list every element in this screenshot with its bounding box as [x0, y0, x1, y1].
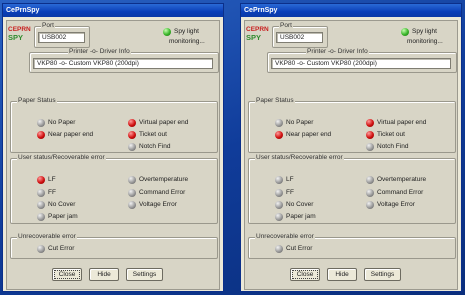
unrecoverable-legend: Unrecoverable error — [17, 233, 77, 241]
status-light-icon — [366, 131, 374, 139]
status-light-icon — [275, 201, 283, 209]
status-notch-find: Notch Find — [377, 143, 409, 150]
paper-status-group: Paper Status — [248, 97, 456, 153]
status-lf: LF — [48, 176, 56, 183]
monitoring-label: monitoring... — [407, 38, 443, 45]
paper-status-group: Paper Status — [10, 97, 218, 153]
status-light-icon — [128, 176, 136, 184]
ceprnspy-window-left: CePrnSpy CEPRN SPY Port USB002 Spy light… — [3, 4, 223, 291]
spy-light-icon — [401, 28, 409, 36]
status-light-icon — [366, 119, 374, 127]
status-overtemperature: Overtemperature — [377, 176, 427, 183]
logo-line2: SPY — [8, 33, 24, 42]
status-light-icon — [366, 189, 374, 197]
status-near-paper-end: Near paper end — [286, 131, 332, 138]
settings-button[interactable]: Settings — [364, 268, 401, 281]
status-light-icon — [37, 119, 45, 127]
spy-light-label: Spy light — [412, 28, 437, 35]
status-light-icon — [275, 131, 283, 139]
status-no-paper: No Paper — [48, 119, 76, 126]
close-button[interactable]: Close — [52, 268, 82, 281]
status-light-icon — [275, 119, 283, 127]
printer-info-group: Printer -o- Driver Info VKP80 -o- Custom… — [29, 48, 219, 73]
logo-line2: SPY — [246, 33, 262, 42]
printer-info-group: Printer -o- Driver Info VKP80 -o- Custom… — [267, 48, 457, 73]
status-light-icon — [366, 143, 374, 151]
status-overtemperature: Overtemperature — [139, 176, 189, 183]
user-status-legend: User status/Recoverable error — [255, 154, 344, 162]
status-no-cover: No Cover — [48, 201, 76, 208]
status-paper-jam: Paper jam — [48, 213, 78, 220]
printer-info-legend: Printer -o- Driver Info — [68, 48, 131, 56]
status-no-cover: No Cover — [286, 201, 314, 208]
status-near-paper-end: Near paper end — [48, 131, 94, 138]
status-light-icon — [37, 201, 45, 209]
spy-light-icon — [163, 28, 171, 36]
printer-info-field: VKP80 -o- Custom VKP80 (200dpi) — [271, 58, 451, 69]
port-legend: Port — [41, 22, 55, 30]
status-ff: FF — [286, 189, 294, 196]
status-light-icon — [275, 245, 283, 253]
status-cut-error: Cut Error — [286, 245, 313, 252]
status-ticket-out: Ticket out — [139, 131, 167, 138]
port-field: USB002 — [276, 32, 323, 43]
status-cut-error: Cut Error — [48, 245, 75, 252]
status-light-icon — [275, 176, 283, 184]
status-light-icon — [37, 189, 45, 197]
status-light-icon — [275, 213, 283, 221]
status-paper-jam: Paper jam — [286, 213, 316, 220]
status-virtual-paper-end: Virtual paper end — [139, 119, 189, 126]
ceprnspy-logo: CEPRN SPY — [246, 26, 269, 44]
port-group: Port USB002 — [272, 22, 328, 48]
status-no-paper: No Paper — [286, 119, 314, 126]
status-light-icon — [366, 201, 374, 209]
ceprnspy-window-right: CePrnSpy CEPRN SPY Port USB002 Spy light… — [241, 4, 461, 291]
status-voltage-error: Voltage Error — [377, 201, 415, 208]
status-ff: FF — [48, 189, 56, 196]
paper-status-legend: Paper Status — [255, 97, 295, 105]
status-light-icon — [128, 201, 136, 209]
status-ticket-out: Ticket out — [377, 131, 405, 138]
status-light-icon — [128, 189, 136, 197]
title-bar[interactable]: CePrnSpy — [241, 4, 461, 17]
status-virtual-paper-end: Virtual paper end — [377, 119, 427, 126]
status-light-icon — [37, 245, 45, 253]
close-button[interactable]: Close — [290, 268, 320, 281]
status-light-icon — [275, 189, 283, 197]
port-group: Port USB002 — [34, 22, 90, 48]
status-lf: LF — [286, 176, 294, 183]
status-notch-find: Notch Find — [139, 143, 171, 150]
hide-button[interactable]: Hide — [89, 268, 119, 281]
status-light-icon — [128, 131, 136, 139]
status-command-error: Command Error — [139, 189, 186, 196]
status-command-error: Command Error — [377, 189, 424, 196]
status-light-icon — [37, 176, 45, 184]
status-light-icon — [366, 176, 374, 184]
port-legend: Port — [279, 22, 293, 30]
printer-info-field: VKP80 -o- Custom VKP80 (200dpi) — [33, 58, 213, 69]
hide-button[interactable]: Hide — [327, 268, 357, 281]
status-light-icon — [37, 213, 45, 221]
status-light-icon — [128, 143, 136, 151]
status-light-icon — [128, 119, 136, 127]
printer-info-legend: Printer -o- Driver Info — [306, 48, 369, 56]
status-voltage-error: Voltage Error — [139, 201, 177, 208]
spy-light-label: Spy light — [174, 28, 199, 35]
settings-button[interactable]: Settings — [126, 268, 163, 281]
monitoring-label: monitoring... — [169, 38, 205, 45]
paper-status-legend: Paper Status — [17, 97, 57, 105]
user-status-legend: User status/Recoverable error — [17, 154, 106, 162]
status-light-icon — [37, 131, 45, 139]
ceprnspy-logo: CEPRN SPY — [8, 26, 31, 44]
unrecoverable-legend: Unrecoverable error — [255, 233, 315, 241]
port-field: USB002 — [38, 32, 85, 43]
title-bar[interactable]: CePrnSpy — [3, 4, 223, 17]
